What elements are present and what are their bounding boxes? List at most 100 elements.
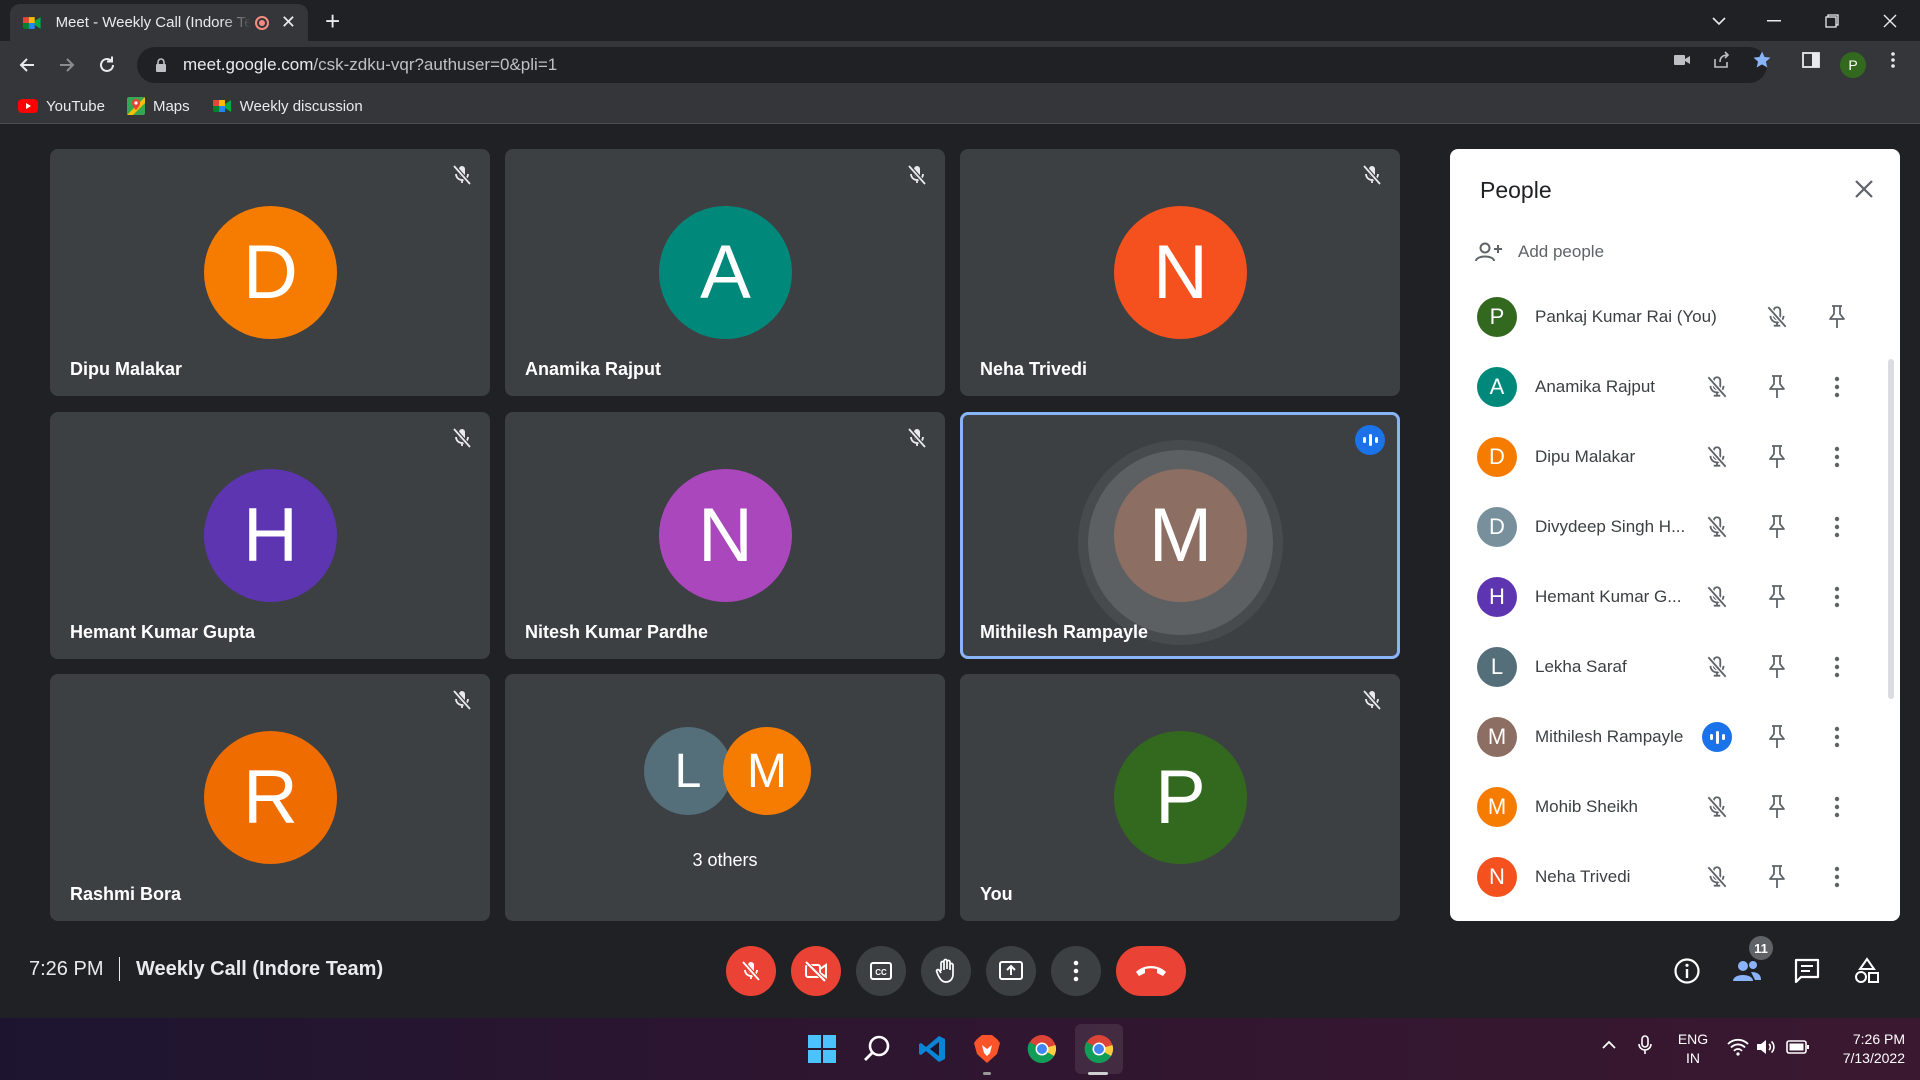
bookmark-star-icon[interactable] <box>1752 50 1772 70</box>
bookmark-youtube[interactable]: YouTube <box>18 98 105 115</box>
new-tab-button[interactable]: + <box>325 6 340 37</box>
wifi-tray[interactable] <box>1727 1038 1749 1059</box>
add-people-button[interactable]: Add people <box>1474 240 1604 264</box>
pin-icon[interactable] <box>1762 442 1792 472</box>
reload-button[interactable] <box>93 51 121 79</box>
more-vert-icon[interactable] <box>1822 862 1852 892</box>
mic-off-icon[interactable] <box>1702 372 1732 402</box>
pin-icon[interactable] <box>1762 792 1792 822</box>
mic-off-icon[interactable] <box>1702 442 1732 472</box>
camera-icon[interactable] <box>1672 50 1692 70</box>
pin-icon[interactable] <box>1762 652 1792 682</box>
meet-icon <box>212 100 231 112</box>
pin-icon[interactable] <box>1762 512 1792 542</box>
participant-tile[interactable]: A Anamika Rajput <box>505 149 945 396</box>
close-tab-icon[interactable]: ✕ <box>281 12 296 33</box>
self-tile[interactable]: P You <box>960 674 1400 921</box>
participant-row[interactable]: L Lekha Saraf <box>1450 632 1890 702</box>
pin-icon[interactable] <box>1762 372 1792 402</box>
more-vert-icon[interactable] <box>1822 512 1852 542</box>
mic-off-icon <box>452 427 472 449</box>
brave-app[interactable] <box>970 1032 1004 1066</box>
speaking-indicator-icon[interactable] <box>1702 722 1732 752</box>
side-panel-icon[interactable] <box>1801 50 1821 70</box>
bookmark-maps[interactable]: Maps <box>126 97 190 115</box>
participant-row[interactable]: M Mithilesh Rampayle <box>1450 702 1890 772</box>
camera-toggle-button[interactable] <box>791 946 841 996</box>
back-button[interactable] <box>13 51 41 79</box>
captions-button[interactable]: CC <box>856 946 906 996</box>
participant-name: Mithilesh Rampayle <box>980 622 1149 642</box>
participant-row[interactable]: D Dipu Malakar <box>1450 422 1890 492</box>
minimize-button[interactable] <box>1745 0 1803 41</box>
meeting-details-button[interactable] <box>1671 955 1703 987</box>
participant-tile[interactable]: H Hemant Kumar Gupta <box>50 412 490 659</box>
restore-button[interactable] <box>1803 0 1861 41</box>
language-indicator[interactable]: ENG IN <box>1673 1030 1713 1068</box>
participant-name: Rashmi Bora <box>70 884 182 904</box>
more-vert-icon <box>1073 960 1079 982</box>
participant-name: Anamika Rajput <box>1535 377 1656 396</box>
microphone-tray[interactable] <box>1636 1034 1654 1059</box>
pin-icon[interactable] <box>1822 302 1852 332</box>
more-vert-icon[interactable] <box>1822 582 1852 612</box>
youtube-icon <box>18 99 38 113</box>
participant-row[interactable]: M Mohib Sheikh <box>1450 772 1890 842</box>
others-tile[interactable]: L M 3 others <box>505 674 945 921</box>
show-hidden-icons[interactable] <box>1600 1036 1618 1057</box>
browser-menu-icon[interactable] <box>1883 50 1903 70</box>
chrome-app[interactable] <box>1025 1032 1059 1066</box>
start-button[interactable] <box>805 1032 839 1066</box>
battery-tray[interactable] <box>1786 1039 1810 1058</box>
participant-row[interactable]: P Pankaj Kumar Rai (You) <box>1450 282 1890 352</box>
search-button[interactable] <box>860 1032 894 1066</box>
present-screen-button[interactable] <box>986 946 1036 996</box>
mic-off-icon[interactable] <box>1702 862 1732 892</box>
microphone-toggle-button[interactable] <box>726 946 776 996</box>
panel-scrollbar[interactable] <box>1888 359 1894 699</box>
volume-tray[interactable] <box>1755 1038 1777 1059</box>
chrome-app-active[interactable] <box>1082 1032 1116 1066</box>
more-vert-icon[interactable] <box>1822 372 1852 402</box>
more-options-button[interactable] <box>1051 946 1101 996</box>
address-bar[interactable]: meet.google.com/csk-zdku-vqr?authuser=0&… <box>137 47 1767 83</box>
avatar: D <box>1477 507 1517 547</box>
profile-avatar[interactable]: P <box>1840 52 1866 78</box>
more-vert-icon[interactable] <box>1822 442 1852 472</box>
more-vert-icon[interactable] <box>1822 792 1852 822</box>
close-window-button[interactable] <box>1861 0 1919 41</box>
more-vert-icon[interactable] <box>1822 652 1852 682</box>
tab-search-icon[interactable] <box>1690 0 1748 41</box>
mic-off-icon[interactable] <box>1702 652 1732 682</box>
participant-row[interactable]: N Neha Trivedi <box>1450 842 1890 912</box>
participant-row[interactable]: A Anamika Rajput <box>1450 352 1890 422</box>
mic-off-icon[interactable] <box>1702 582 1732 612</box>
mic-off-icon[interactable] <box>1702 512 1732 542</box>
participant-name: Neha Trivedi <box>980 359 1088 379</box>
browser-toolbar: meet.google.com/csk-zdku-vqr?authuser=0&… <box>0 41 1920 89</box>
forward-button[interactable] <box>53 51 81 79</box>
participant-tile[interactable]: R Rashmi Bora <box>50 674 490 921</box>
pin-icon[interactable] <box>1762 582 1792 612</box>
participant-tile[interactable]: N Nitesh Kumar Pardhe <box>505 412 945 659</box>
bookmark-weekly-discussion[interactable]: Weekly discussion <box>212 97 363 115</box>
chat-button[interactable] <box>1791 955 1823 987</box>
avatar: D <box>204 206 337 339</box>
leave-call-button[interactable] <box>1116 946 1186 996</box>
more-vert-icon[interactable] <box>1822 722 1852 752</box>
activities-button[interactable] <box>1851 955 1883 987</box>
browser-tab[interactable]: Meet - Weekly Call (Indore Team) ✕ <box>10 4 308 41</box>
pin-icon[interactable] <box>1762 722 1792 752</box>
raise-hand-button[interactable] <box>921 946 971 996</box>
mic-off-icon[interactable] <box>1702 792 1732 822</box>
participant-tile[interactable]: N Neha Trivedi <box>960 149 1400 396</box>
participant-row[interactable]: H Hemant Kumar G... <box>1450 562 1890 632</box>
participant-tile[interactable]: D Dipu Malakar <box>50 149 490 396</box>
participant-row[interactable]: D Divydeep Singh H... <box>1450 492 1890 562</box>
share-icon[interactable] <box>1712 50 1732 70</box>
close-icon[interactable] <box>1850 175 1878 203</box>
taskbar-clock[interactable]: 7:26 PM 7/13/2022 <box>1819 1030 1905 1068</box>
active-speaker-tile[interactable]: M Mithilesh Rampayle <box>960 412 1400 659</box>
vscode-app[interactable] <box>915 1032 949 1066</box>
pin-icon[interactable] <box>1762 862 1792 892</box>
